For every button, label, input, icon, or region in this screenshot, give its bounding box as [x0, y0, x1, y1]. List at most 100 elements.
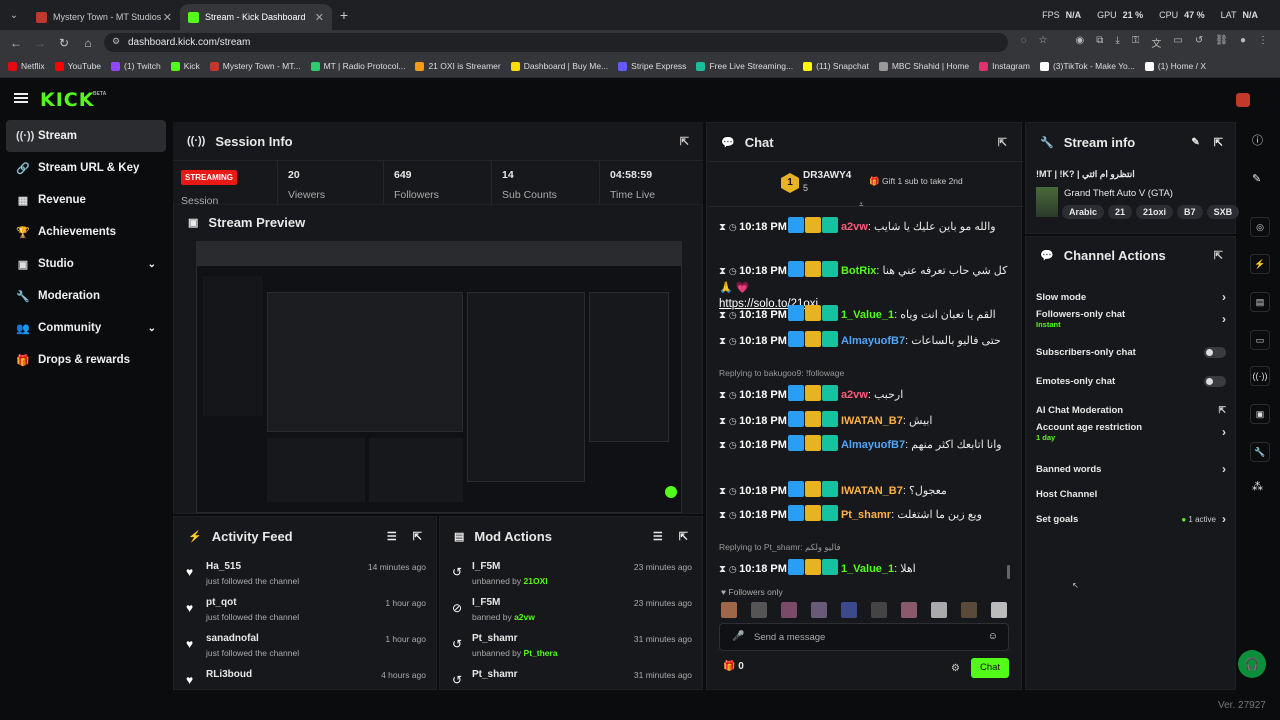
- chatter-avatar[interactable]: [781, 602, 797, 618]
- stream-tag[interactable]: Arabic: [1062, 205, 1105, 219]
- bookmark-item[interactable]: Instagram: [979, 61, 1030, 71]
- chat-message[interactable]: ⧗ ◷ 10:18 PM a2vw: والله مو باين عليك يا…: [719, 217, 1009, 236]
- chat-username[interactable]: AlmayuofB7: [841, 439, 905, 451]
- rail-button-wrench-icon[interactable]: 🔧: [1250, 442, 1270, 462]
- chat-message[interactable]: ⧗ ◷ 10:18 PM AlmayuofB7: حتى فاليو بالسا…: [719, 331, 1009, 350]
- mod-action-item[interactable]: ↺ I_F5M unbanned by 21OXI 23 minutes ago: [440, 557, 704, 593]
- popout-icon[interactable]: ⇱: [1214, 249, 1223, 262]
- bookmark-item[interactable]: (1) Twitch: [111, 61, 161, 71]
- link-icon[interactable]: ⛓: [1215, 35, 1228, 50]
- mod-target-username[interactable]: I_F5M: [472, 597, 500, 608]
- sidebar-item-achievements[interactable]: 🏆 Achievements: [6, 216, 166, 248]
- sidebar-item-stream[interactable]: ((·)) Stream: [6, 120, 166, 152]
- chatter-avatar[interactable]: [961, 602, 977, 618]
- pencil-icon[interactable]: ✎: [1252, 172, 1261, 185]
- bookmark-item[interactable]: Dashboard | Buy Me...: [510, 61, 608, 71]
- bookmark-item[interactable]: (11) Snapchat: [803, 61, 869, 71]
- toggle-switch[interactable]: [1204, 346, 1226, 358]
- channel-action-host-channel[interactable]: Host Channel: [1036, 482, 1226, 506]
- eye-off-icon[interactable]: ◌: [1021, 35, 1027, 50]
- popout-icon[interactable]: ⇱: [1214, 136, 1223, 149]
- reload-icon[interactable]: ↻: [52, 36, 76, 50]
- rail-button-chat-icon[interactable]: ▭: [1250, 330, 1270, 350]
- tab-list-chevron-icon[interactable]: ⌄: [0, 10, 28, 21]
- activity-item[interactable]: ♥ Ha_515 just followed the channel 14 minut…: [174, 557, 438, 593]
- activity-username[interactable]: pt_qot: [206, 597, 237, 608]
- popout-icon[interactable]: ⇱: [680, 135, 689, 148]
- activity-item[interactable]: ♥ sanadnofal just followed the channel 1 ho…: [174, 629, 438, 665]
- chatter-avatar[interactable]: [751, 602, 767, 618]
- chatter-avatar[interactable]: [901, 602, 917, 618]
- mod-target-username[interactable]: Pt_shamr: [472, 633, 518, 644]
- microphone-icon[interactable]: 🎤: [732, 631, 744, 642]
- rail-button-broadcast-icon[interactable]: ((·)): [1250, 366, 1270, 386]
- tab-kick-dashboard[interactable]: Stream - Kick Dashboard ✕: [180, 4, 332, 30]
- chat-message[interactable]: ⧗ ◷ 10:18 PM Pt_shamr: ويع زين ما اشتغلت: [719, 505, 1009, 524]
- activity-username[interactable]: RLi3boud: [206, 669, 252, 680]
- toggle-switch[interactable]: [1204, 375, 1226, 387]
- home-icon[interactable]: ⌂: [76, 36, 100, 50]
- channel-action-ai-chat-moderation[interactable]: AI Chat Moderation ⇱: [1036, 398, 1226, 422]
- tab-close-icon[interactable]: ✕: [315, 11, 324, 24]
- sidebar-item-stream-url-key[interactable]: 🔗 Stream URL & Key: [6, 152, 166, 184]
- mod-action-item[interactable]: ↺ Pt_shamr 31 minutes ago: [440, 665, 704, 691]
- channel-action-set-goals[interactable]: Set goals ● 1 active ›: [1036, 507, 1226, 531]
- mod-actor[interactable]: 21OXI: [524, 576, 548, 586]
- bookmark-item[interactable]: Stripe Express: [618, 61, 686, 71]
- chatter-avatar[interactable]: [871, 602, 887, 618]
- back-icon[interactable]: ←: [4, 36, 28, 50]
- chat-input[interactable]: 🎤 Send a message ☺: [719, 623, 1009, 651]
- channel-action-slow-mode[interactable]: Slow mode ›: [1036, 285, 1226, 309]
- stream-tag[interactable]: B7: [1177, 205, 1203, 219]
- stream-tag[interactable]: SXB: [1206, 205, 1240, 219]
- chat-message[interactable]: ⧗ ◷ 10:18 PM 1_Value_1: اهلا: [719, 559, 1009, 578]
- activity-item[interactable]: ♥ RLi3boud 4 hours ago: [174, 665, 438, 691]
- history-icon[interactable]: ↺: [1195, 35, 1203, 50]
- profile-avatar[interactable]: ●: [1240, 35, 1246, 50]
- chatter-avatar[interactable]: [931, 602, 947, 618]
- chat-username[interactable]: IWATAN_B7: [841, 415, 903, 427]
- mod-action-item[interactable]: ⊘ I_F5M banned by a2vw 23 minutes ago: [440, 593, 704, 629]
- chatter-avatar[interactable]: [991, 602, 1007, 618]
- chat-message[interactable]: ⧗ ◷ 10:18 PM IWATAN_B7: ابيش: [719, 411, 1009, 430]
- bookmark-item[interactable]: MT | Radio Protocol...: [310, 61, 405, 71]
- channel-points[interactable]: 🎁 0: [723, 661, 744, 672]
- popout-icon[interactable]: ⇱: [413, 530, 422, 543]
- chat-username[interactable]: 1_Value_1: [841, 563, 894, 575]
- channel-action-banned-words[interactable]: Banned words ›: [1036, 457, 1226, 481]
- mod-action-item[interactable]: ↺ Pt_shamr unbanned by Pt_thera 31 minutes …: [440, 629, 704, 665]
- bookmark-star-icon[interactable]: ☆: [1039, 35, 1048, 50]
- sidebar-item-drops-rewards[interactable]: 🎁 Drops & rewards: [6, 344, 166, 376]
- reply-context[interactable]: Replying to bakugoo9: !followage: [719, 368, 844, 378]
- site-info-icon[interactable]: ⚙: [112, 36, 120, 47]
- address-bar[interactable]: ⚙ dashboard.kick.com/stream: [104, 33, 1008, 52]
- mod-target-username[interactable]: Pt_shamr: [472, 669, 518, 680]
- filter-icon[interactable]: ☰: [653, 530, 663, 543]
- extension-icon[interactable]: ◉: [1075, 35, 1084, 50]
- mod-actor[interactable]: a2vw: [514, 612, 535, 622]
- user-avatar[interactable]: [1236, 93, 1250, 107]
- mod-target-username[interactable]: I_F5M: [472, 561, 500, 572]
- card-icon[interactable]: ▭: [1173, 35, 1182, 50]
- stream-video[interactable]: [196, 241, 682, 513]
- chat-scrollbar[interactable]: [1007, 565, 1010, 579]
- sidebar-item-community[interactable]: 👥 Community ⌄: [6, 312, 166, 344]
- edit-pencil-icon[interactable]: ✎: [1191, 137, 1199, 148]
- popout-icon[interactable]: ⇱: [679, 530, 688, 543]
- chat-username[interactable]: a2vw: [841, 389, 868, 401]
- popout-icon[interactable]: ⇱: [998, 136, 1007, 149]
- chat-username[interactable]: BotRix: [841, 265, 876, 277]
- download-icon[interactable]: ⤓: [1115, 35, 1119, 50]
- bookmark-item[interactable]: (1) Home / X: [1144, 61, 1206, 71]
- chat-username[interactable]: AlmayuofB7: [841, 335, 905, 347]
- kick-logo[interactable]: KICK: [40, 89, 94, 111]
- bookmark-item[interactable]: Netflix: [8, 61, 45, 71]
- rail-button-panel-icon[interactable]: ▣: [1250, 404, 1270, 424]
- chat-settings-gear-icon[interactable]: ⚙: [951, 663, 960, 674]
- tab-close-icon[interactable]: ✕: [163, 11, 172, 24]
- rail-button-lightning-icon[interactable]: ⚡: [1250, 254, 1270, 274]
- chat-username[interactable]: IWATAN_B7: [841, 485, 903, 497]
- rail-button-capture-icon[interactable]: ◎: [1250, 217, 1270, 237]
- mod-actor[interactable]: Pt_thera: [524, 648, 558, 658]
- forward-icon[interactable]: →: [28, 36, 52, 50]
